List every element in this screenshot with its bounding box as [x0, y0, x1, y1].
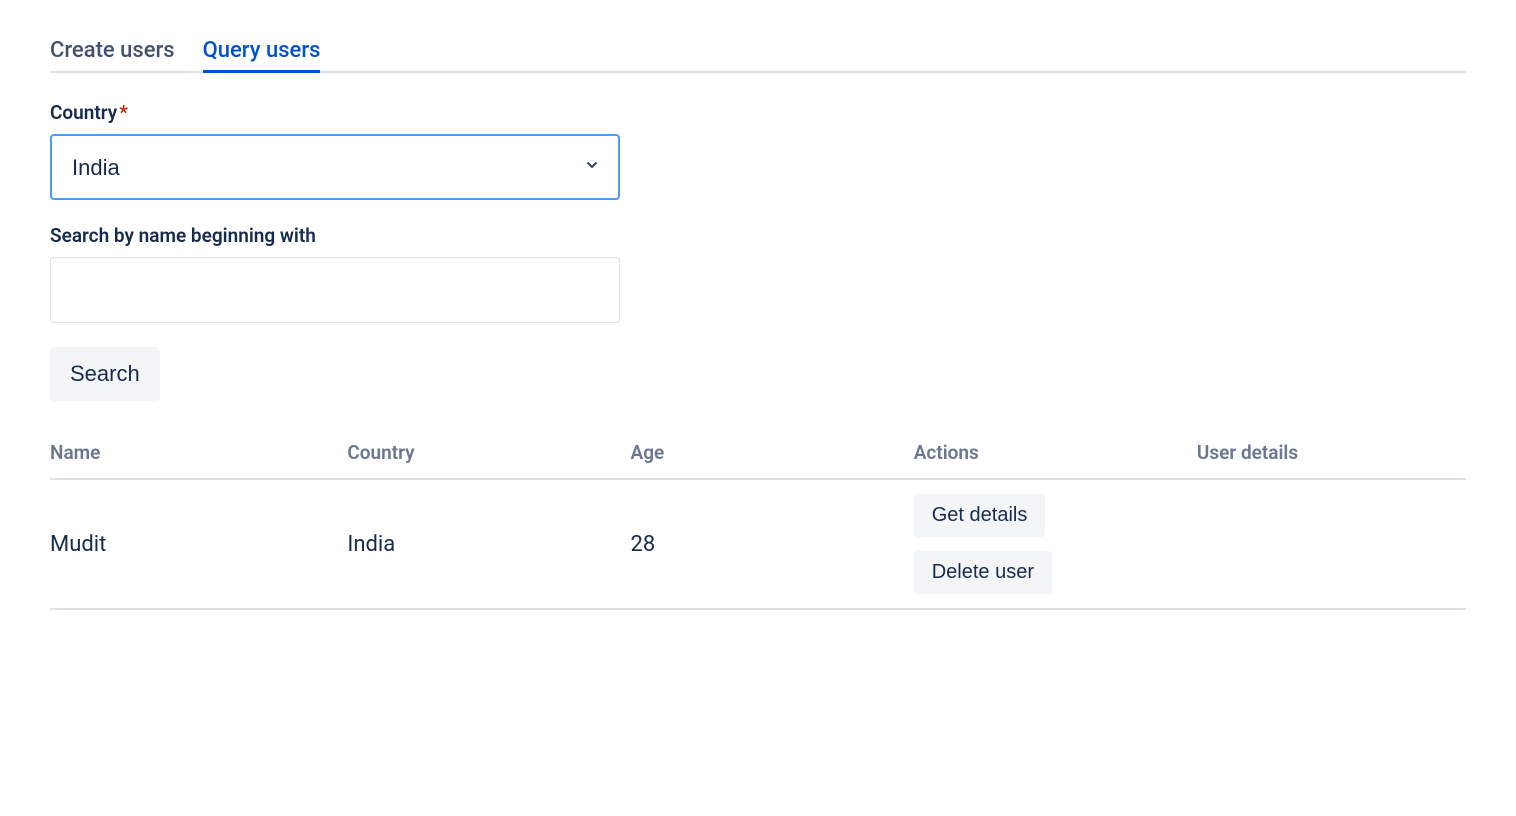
- get-details-button[interactable]: Get details: [914, 494, 1046, 537]
- users-table: Name Country Age Actions User details Mu…: [50, 431, 1466, 610]
- search-button[interactable]: Search: [50, 347, 160, 401]
- actions-cell: Get details Delete user: [914, 494, 1185, 594]
- search-input[interactable]: [50, 257, 620, 323]
- search-label: Search by name beginning with: [50, 224, 1466, 247]
- delete-user-button[interactable]: Delete user: [914, 551, 1052, 594]
- cell-age: 28: [631, 479, 914, 609]
- table-row: Mudit India 28 Get details Delete user: [50, 479, 1466, 609]
- cell-user-details: [1197, 479, 1466, 609]
- header-user-details: User details: [1197, 431, 1466, 479]
- header-actions: Actions: [914, 431, 1197, 479]
- cell-actions: Get details Delete user: [914, 479, 1197, 609]
- header-name: Name: [50, 431, 347, 479]
- tab-query-users[interactable]: Query users: [203, 30, 321, 71]
- cell-country: India: [347, 479, 630, 609]
- header-age: Age: [631, 431, 914, 479]
- tab-create-users[interactable]: Create users: [50, 30, 175, 71]
- search-button-wrap: Search: [50, 347, 1466, 401]
- required-asterisk: *: [119, 101, 128, 124]
- tabs: Create users Query users: [50, 30, 1466, 73]
- search-field-group: Search by name beginning with: [50, 224, 1466, 323]
- header-country: Country: [347, 431, 630, 479]
- country-select-wrapper: India: [50, 134, 620, 200]
- country-field-group: Country* India: [50, 101, 1466, 200]
- country-select[interactable]: India: [50, 134, 620, 200]
- cell-name: Mudit: [50, 479, 347, 609]
- country-label: Country*: [50, 101, 1466, 124]
- country-label-text: Country: [50, 101, 117, 124]
- table-header-row: Name Country Age Actions User details: [50, 431, 1466, 479]
